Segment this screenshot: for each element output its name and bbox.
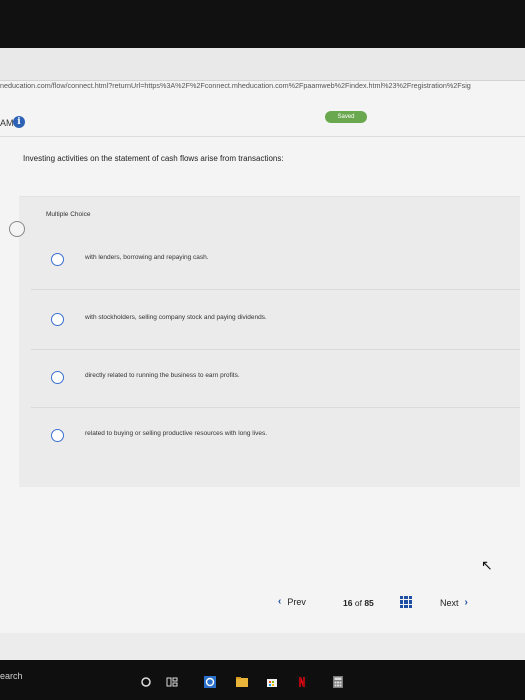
of-label: of [354, 598, 362, 608]
next-label: Next [440, 597, 459, 608]
monitor-bezel [0, 0, 525, 48]
radio-button[interactable] [51, 371, 64, 384]
multiple-choice-panel: Multiple Choice with lenders, borrowing … [9, 196, 520, 487]
task-view-icon[interactable] [166, 676, 178, 688]
file-explorer-icon[interactable] [236, 676, 248, 688]
page-counter: 16 of 85 [343, 598, 374, 608]
store-icon[interactable] [266, 676, 278, 688]
option-divider [31, 407, 520, 408]
time-label: AM [0, 118, 14, 128]
question-grid-icon[interactable] [400, 596, 412, 608]
option-divider [31, 289, 520, 290]
edge-browser-icon[interactable] [204, 676, 216, 688]
choice-text: with stockholders, selling company stock… [85, 314, 267, 321]
radio-button[interactable] [51, 429, 64, 442]
navigation-footer [0, 633, 525, 660]
question-type-label: Multiple Choice [46, 211, 91, 218]
choice-option-1[interactable]: with lenders, borrowing and repaying cas… [19, 245, 520, 285]
saved-badge: Saved [325, 111, 367, 123]
calculator-icon[interactable] [332, 676, 344, 688]
chevron-left-icon: ‹ [278, 596, 282, 607]
prev-label: Prev [287, 596, 306, 607]
mouse-cursor-icon: ↖ [481, 557, 493, 573]
panel-handle [9, 221, 25, 237]
radio-button[interactable] [51, 313, 64, 326]
choice-option-3[interactable]: directly related to running the business… [19, 363, 520, 403]
option-divider [31, 349, 520, 350]
next-button[interactable]: Next › [440, 597, 468, 608]
question-text: Investing activities on the statement of… [23, 154, 284, 163]
total-pages: 85 [364, 598, 374, 608]
radio-button[interactable] [51, 253, 64, 266]
chevron-right-icon: › [464, 597, 468, 608]
prev-button[interactable]: ‹ Prev [278, 596, 306, 607]
current-page: 16 [343, 598, 353, 608]
cortana-icon[interactable] [140, 676, 152, 688]
header-divider [0, 136, 525, 137]
choice-option-4[interactable]: related to buying or selling productive … [19, 421, 520, 461]
taskbar-search[interactable]: earch [0, 671, 23, 681]
choice-option-2[interactable]: with stockholders, selling company stock… [19, 305, 520, 345]
taskbar [0, 660, 525, 700]
browser-window: neducation.com/flow/connect.html?returnU… [0, 48, 525, 660]
url-text[interactable]: neducation.com/flow/connect.html?returnU… [0, 81, 525, 90]
choice-text: related to buying or selling productive … [85, 430, 268, 437]
address-bar[interactable] [0, 48, 525, 81]
info-icon[interactable]: i [13, 116, 25, 128]
netflix-icon[interactable] [296, 676, 308, 688]
choice-text: with lenders, borrowing and repaying cas… [85, 254, 209, 261]
choice-text: directly related to running the business… [85, 372, 240, 379]
